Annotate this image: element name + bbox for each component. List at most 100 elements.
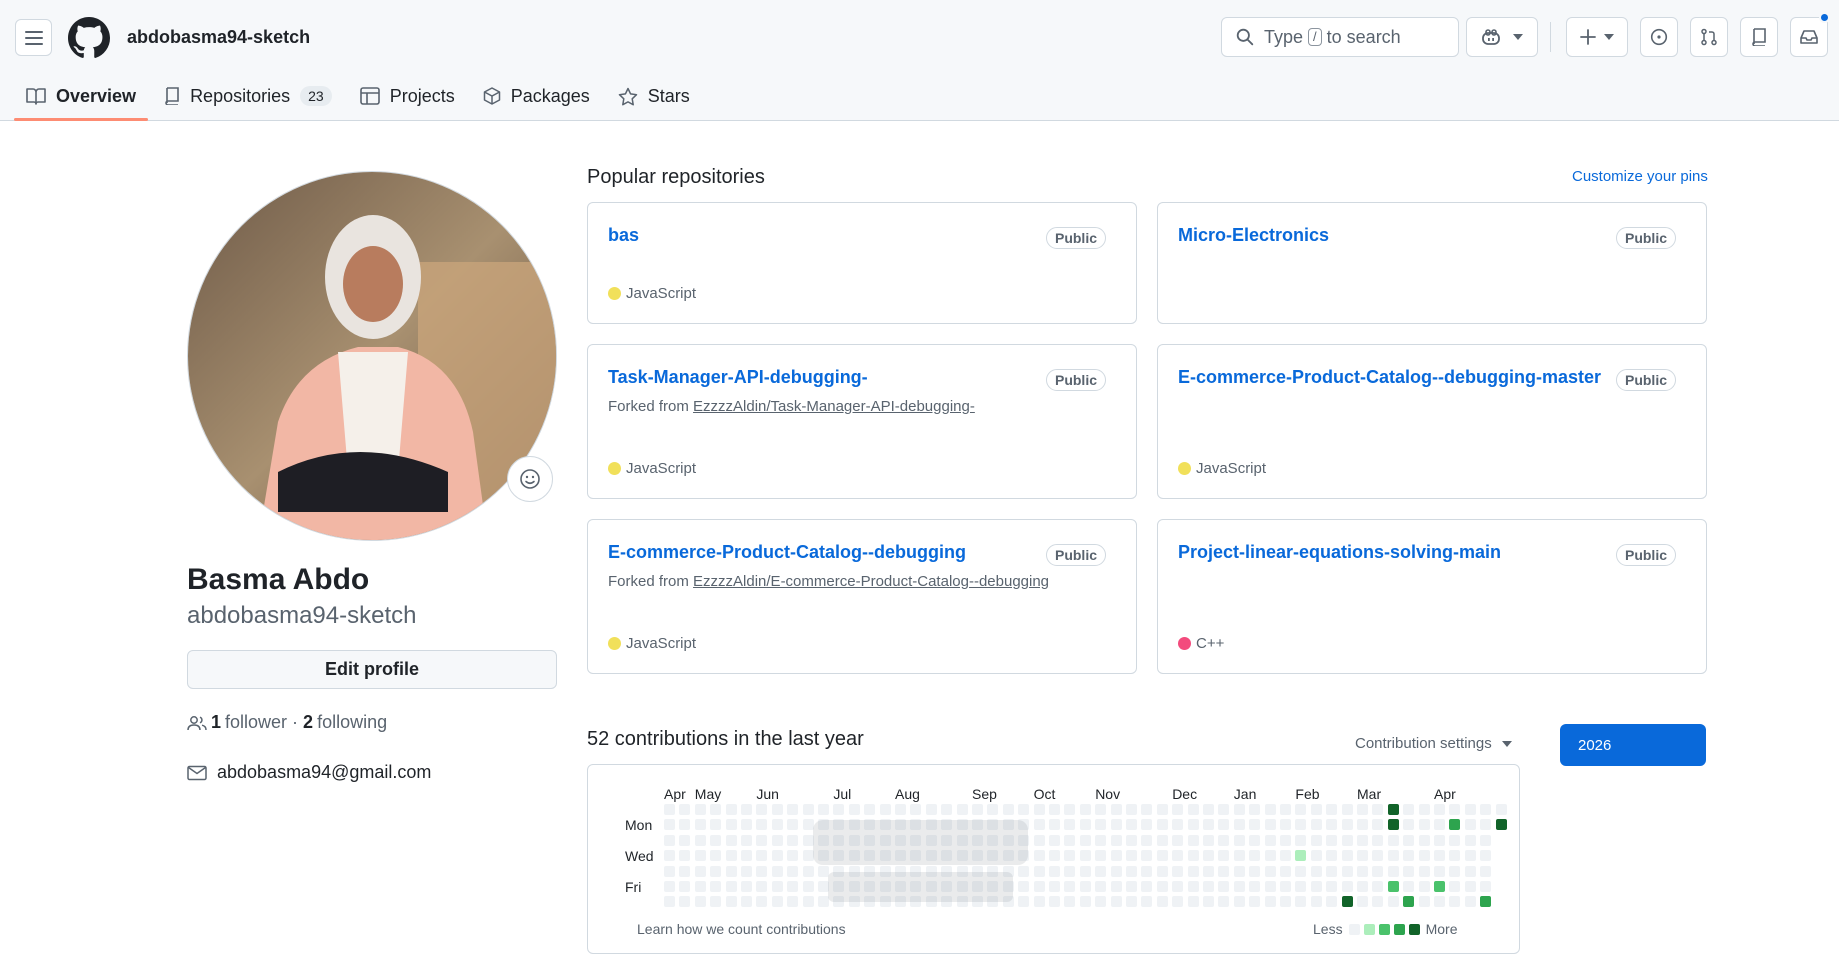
contribution-day-cell[interactable] (1434, 850, 1445, 862)
contribution-day-cell[interactable] (1018, 881, 1030, 892)
contribution-day-cell[interactable] (1264, 865, 1276, 877)
contribution-day-cell[interactable] (956, 850, 968, 862)
contribution-day-cell[interactable] (1341, 865, 1353, 877)
contribution-day-cell[interactable] (802, 819, 814, 831)
contribution-day-cell[interactable] (1449, 850, 1461, 862)
contribution-day-cell[interactable] (1218, 834, 1230, 846)
contribution-day-cell[interactable] (1403, 850, 1415, 862)
contribution-day-cell[interactable] (1464, 804, 1476, 815)
contribution-day-cell[interactable] (818, 804, 829, 815)
contribution-day-cell[interactable] (664, 896, 675, 908)
contribution-day-cell[interactable] (1341, 881, 1353, 892)
contribution-day-cell[interactable] (802, 850, 814, 862)
contribution-day-cell[interactable] (1434, 834, 1445, 846)
contribution-day-cell[interactable] (925, 865, 937, 877)
contribution-day-cell[interactable] (771, 804, 783, 815)
contribution-day-cell[interactable] (1326, 865, 1338, 877)
contribution-day-cell[interactable] (972, 819, 983, 831)
contribution-day-cell[interactable] (818, 881, 829, 892)
contribution-day-cell[interactable] (1341, 834, 1353, 846)
contribution-day-cell[interactable] (818, 865, 829, 877)
contribution-day-cell[interactable] (956, 819, 968, 831)
contribution-day-cell[interactable] (679, 865, 691, 877)
contribution-day-cell[interactable] (972, 804, 983, 815)
contribution-day-cell[interactable] (1434, 881, 1445, 892)
contribution-day-cell[interactable] (1295, 819, 1307, 831)
contribution-day-cell[interactable] (1326, 834, 1338, 846)
contribution-day-cell[interactable] (771, 834, 783, 846)
contribution-day-cell[interactable] (1141, 865, 1153, 877)
contribution-day-cell[interactable] (664, 819, 675, 831)
contribution-day-cell[interactable] (1357, 850, 1368, 862)
contribution-day-cell[interactable] (1264, 850, 1276, 862)
repo-name-link[interactable]: Micro-Electronics (1178, 225, 1329, 246)
contribution-day-cell[interactable] (848, 896, 860, 908)
contribution-day-cell[interactable] (1141, 896, 1153, 908)
avatar[interactable] (187, 171, 557, 541)
contribution-day-cell[interactable] (1403, 834, 1415, 846)
contribution-day-cell[interactable] (1264, 804, 1276, 815)
contribution-day-cell[interactable] (879, 865, 891, 877)
contribution-day-cell[interactable] (1403, 881, 1415, 892)
contribution-day-cell[interactable] (1326, 819, 1338, 831)
contribution-day-cell[interactable] (756, 896, 768, 908)
contribution-day-cell[interactable] (1033, 865, 1045, 877)
contribution-day-cell[interactable] (710, 804, 722, 815)
contribution-day-cell[interactable] (941, 834, 953, 846)
contribution-day-cell[interactable] (1156, 881, 1168, 892)
contribution-day-cell[interactable] (833, 834, 845, 846)
contribution-day-cell[interactable] (1310, 850, 1322, 862)
contribution-day-cell[interactable] (972, 881, 983, 892)
contribution-day-cell[interactable] (1126, 819, 1137, 831)
contribution-day-cell[interactable] (802, 881, 814, 892)
contribution-day-cell[interactable] (1203, 865, 1214, 877)
contribution-day-cell[interactable] (1418, 804, 1430, 815)
contribution-day-cell[interactable] (1310, 865, 1322, 877)
contribution-day-cell[interactable] (1403, 819, 1415, 831)
contribution-day-cell[interactable] (987, 865, 999, 877)
contribution-day-cell[interactable] (1387, 819, 1399, 831)
tab-stars[interactable]: Stars (606, 72, 702, 120)
contribution-day-cell[interactable] (1141, 881, 1153, 892)
tab-overview[interactable]: Overview (14, 72, 149, 121)
contribution-day-cell[interactable] (1310, 819, 1322, 831)
header-username[interactable]: abdobasma94-sketch (127, 27, 310, 48)
learn-contributions-link[interactable]: Learn how we count contributions (637, 921, 846, 937)
contribution-day-cell[interactable] (1095, 834, 1107, 846)
forked-from-link[interactable]: EzzzzAldin/E-commerce-Product-Catalog--d… (693, 573, 1049, 590)
contribution-day-cell[interactable] (1064, 881, 1076, 892)
contribution-day-cell[interactable] (1079, 819, 1091, 831)
contribution-day-cell[interactable] (1418, 834, 1430, 846)
contribution-day-cell[interactable] (1095, 804, 1107, 815)
contribution-day-cell[interactable] (1418, 896, 1430, 908)
contribution-day-cell[interactable] (1357, 896, 1368, 908)
contribution-day-cell[interactable] (1156, 804, 1168, 815)
contribution-day-cell[interactable] (1449, 804, 1461, 815)
contribution-day-cell[interactable] (1141, 834, 1153, 846)
contribution-day-cell[interactable] (1033, 850, 1045, 862)
contribution-day-cell[interactable] (679, 896, 691, 908)
contribution-day-cell[interactable] (1187, 850, 1199, 862)
contribution-day-cell[interactable] (1372, 804, 1384, 815)
contribution-day-cell[interactable] (1280, 865, 1291, 877)
contribution-day-cell[interactable] (1249, 850, 1261, 862)
contribution-day-cell[interactable] (925, 896, 937, 908)
contribution-day-cell[interactable] (1495, 819, 1507, 831)
contribution-day-cell[interactable] (1110, 865, 1122, 877)
contribution-day-cell[interactable] (956, 804, 968, 815)
contribution-day-cell[interactable] (1156, 850, 1168, 862)
contribution-day-cell[interactable] (802, 834, 814, 846)
contribution-day-cell[interactable] (1002, 819, 1014, 831)
contribution-day-cell[interactable] (1018, 850, 1030, 862)
contribution-day-cell[interactable] (741, 804, 752, 815)
contribution-day-cell[interactable] (679, 804, 691, 815)
contribution-day-cell[interactable] (771, 896, 783, 908)
contribution-day-cell[interactable] (1126, 881, 1137, 892)
contribution-day-cell[interactable] (864, 881, 876, 892)
contribution-day-cell[interactable] (1079, 896, 1091, 908)
contribution-day-cell[interactable] (1064, 865, 1076, 877)
contribution-day-cell[interactable] (1295, 834, 1307, 846)
contribution-day-cell[interactable] (694, 865, 706, 877)
contribution-day-cell[interactable] (1172, 834, 1184, 846)
contribution-day-cell[interactable] (941, 804, 953, 815)
